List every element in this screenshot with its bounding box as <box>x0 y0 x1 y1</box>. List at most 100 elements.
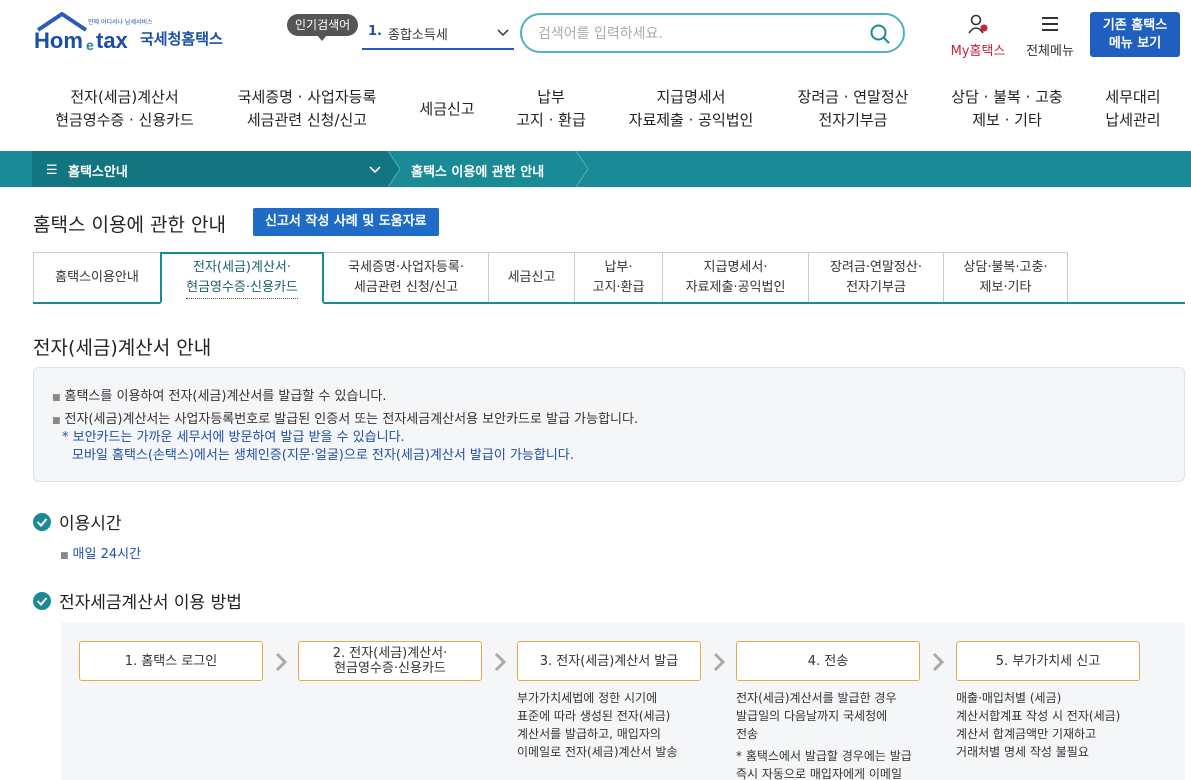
gnb-label: 지급명세서 <box>656 88 726 106</box>
usage-method-heading: 전자세금계산서 이용 방법 <box>33 588 242 613</box>
usage-hours-value: 매일 24시간 <box>72 547 142 562</box>
legacy-menu-label-2: 메뉴 보기 <box>1108 36 1162 51</box>
info-text: 홈택스를 이용하여 전자(세금)계산서를 발급할 수 있습니다. <box>64 389 387 404</box>
brand-name: 국세청홈택스 <box>140 30 223 48</box>
breadcrumb-separator-icon <box>388 151 401 187</box>
gnb-tax-report[interactable]: 세금신고 <box>412 98 482 121</box>
gnb-e-invoice[interactable]: 전자(세금)계산서현금영수증 · 신용카드 <box>52 86 197 132</box>
help-materials-button[interactable]: 신고서 작성 사례 및 도움자료 <box>253 208 439 236</box>
info-box: ■ 홈택스를 이용하여 전자(세금)계산서를 발급할 수 있습니다. ■ 전자(세금… <box>33 367 1185 482</box>
gnb-label: 제보 · 기타 <box>972 111 1042 129</box>
step-vat-report: 5. 부가가치세 신고 <box>956 641 1140 681</box>
gnb-label: 납세관리 <box>1105 111 1161 129</box>
info-line: ■ 전자(세금)계산서는 사업자등록번호로 발급된 인증서 또는 전자세금계산서용… <box>52 408 638 427</box>
gnb-incentive[interactable]: 장려금 · 연말정산전자기부금 <box>793 86 913 132</box>
legacy-menu-button[interactable]: 기존 홈택스 메뉴 보기 <box>1090 12 1180 57</box>
tab-e-invoice[interactable]: 전자(세금)계산서· 현금영수증·신용카드 <box>160 252 324 304</box>
info-note: * 보안카드는 가까운 세무서에 방문하여 발급 받을 수 있습니다. <box>62 430 405 445</box>
step-issue-desc: 부가가치세법에 정한 시기에 표준에 따라 생성된 전자(세금) 계산서를 발급… <box>517 689 727 761</box>
gnb-label: 상담 · 불복 · 고충 <box>951 88 1063 106</box>
chevron-right-icon <box>275 652 288 672</box>
step-transmit: 4. 전송 <box>736 641 920 681</box>
category-tabs: 홈택스이용안내 전자(세금)계산서· 현금영수증·신용카드 국세증명·사업자등록·… <box>33 252 1185 304</box>
gnb-label: 납부 <box>537 88 565 106</box>
desc-line: 발급일의 다음날까지 국세청에 <box>736 709 888 723</box>
tab-label: 세금관련 신청/신고 <box>353 279 459 295</box>
search-input[interactable] <box>538 24 858 44</box>
all-menu-button[interactable]: 전체메뉴 <box>1020 14 1080 59</box>
gnb-label: 전자기부금 <box>818 111 888 129</box>
usage-method-title: 전자세금계산서 이용 방법 <box>59 593 242 613</box>
desc-line: 계산서합계표 작성 시 전자(세금) <box>956 709 1121 723</box>
usage-hours: ■ 매일 24시간 <box>60 543 141 562</box>
gnb-certificate[interactable]: 국세증명 · 사업자등록 세금관련 신청/신고 <box>232 86 382 132</box>
tab-label: 장려금·연말정산· <box>830 259 922 275</box>
tab-withholding[interactable]: 지급명세서· 자료제출·공익법인 <box>662 252 809 302</box>
gnb-label: 고지 · 환급 <box>516 111 586 129</box>
tab-label: 고지·환급 <box>592 279 645 295</box>
chevron-right-icon <box>932 652 945 672</box>
tab-label: 국세증명·사업자등록· <box>348 259 464 275</box>
popular-search-select[interactable]: 1. 종합소득세 <box>362 17 514 50</box>
desc-line: 전송 <box>736 727 759 741</box>
chevron-right-icon <box>713 652 726 672</box>
breadcrumb-level1-label[interactable]: 홈택스안내 <box>68 161 128 180</box>
step-label: 2. 전자(세금)계산서· <box>332 646 448 661</box>
tab-label: 세금신고 <box>507 269 556 285</box>
tab-label: 상담·불복·고충· <box>963 259 1048 275</box>
tab-consult[interactable]: 상담·불복·고충· 제보·기타 <box>943 252 1068 302</box>
gnb-payment[interactable]: 납부고지 · 환급 <box>510 86 592 132</box>
info-line: ■ 홈택스를 이용하여 전자(세금)계산서를 발급할 수 있습니다. <box>52 385 387 404</box>
popular-search-badge: 인기검색어 <box>287 14 359 41</box>
tab-incentive[interactable]: 장려금·연말정산· 전자기부금 <box>808 252 944 302</box>
step-e-invoice: 2. 전자(세금)계산서· 현금영수증·신용카드 <box>298 641 482 681</box>
step-login: 1. 홈택스 로그인 <box>79 641 263 681</box>
desc-line: 계산서 합계금액만 기재하고 <box>956 727 1097 741</box>
gnb-consult[interactable]: 상담 · 불복 · 고충제보 · 기타 <box>947 86 1067 132</box>
gnb-label: 자료제출 · 공익법인 <box>628 111 754 129</box>
tab-certificate[interactable]: 국세증명·사업자등록· 세금관련 신청/신고 <box>323 252 489 302</box>
breadcrumb-level2-label[interactable]: 홈택스 이용에 관한 안내 <box>411 161 544 180</box>
hometax-logo[interactable]: Hom e tax 언제 어디서나 납세서비스 국세청홈택스 <box>34 12 234 52</box>
tab-tax-report[interactable]: 세금신고 <box>488 252 575 302</box>
step-transmit-desc: 전자(세금)계산서를 발급한 경우 발급일의 다음날까지 국세청에 전송 * 홈… <box>736 689 946 780</box>
gnb-agent[interactable]: 세무대리납세관리 <box>1100 86 1166 132</box>
page-title: 홈택스 이용에 관한 안내 <box>33 214 226 236</box>
desc-line: 즉시 자동으로 매입자에게 이메일 <box>736 767 903 780</box>
desc-line: 전자(세금)계산서를 발급한 경우 <box>736 691 897 705</box>
gnb-label: 장려금 · 연말정산 <box>797 88 909 106</box>
breadcrumb-separator-icon <box>576 151 589 187</box>
step-label: 4. 전송 <box>807 653 849 669</box>
tab-label: 전자기부금 <box>846 279 906 295</box>
gnb-label: 전자(세금)계산서 <box>70 88 179 106</box>
desc-line: 부가가치세법에 정한 시기에 <box>517 691 658 705</box>
gnb-label: 세무대리 <box>1105 88 1161 106</box>
tab-label: 납부· <box>604 259 633 275</box>
popular-term: 종합소득세 <box>388 28 448 43</box>
desc-line: 거래처별 명세 작성 불필요 <box>956 745 1089 759</box>
hamburger-icon <box>1042 17 1058 31</box>
step-label: 5. 부가가치세 신고 <box>995 653 1101 669</box>
legacy-menu-label-1: 기존 홈택스 <box>1102 18 1168 33</box>
section-title: 전자(세금)계산서 안내 <box>33 337 212 359</box>
my-hometax-link[interactable]: My홈택스 <box>946 14 1010 59</box>
desc-line: 이메일로 전자(세금)계산서 발송 <box>517 745 678 759</box>
desc-line: 계산서를 발급하고, 매입자의 <box>517 727 661 741</box>
gnb-label: 세금관련 신청/신고 <box>246 111 368 129</box>
desc-line: 표준에 따라 생성된 전자(세금) <box>517 709 671 723</box>
desc-line: * 홈택스에서 발급할 경우에는 발급 <box>736 749 912 763</box>
chevron-down-icon[interactable] <box>368 162 382 176</box>
breadcrumb: ☰ 홈택스안내 홈택스 이용에 관한 안내 <box>0 151 1191 187</box>
tab-payment[interactable]: 납부· 고지·환급 <box>574 252 663 302</box>
tab-label: 자료제출·공익법인 <box>685 279 786 295</box>
info-note: 모바일 홈택스(손택스)에서는 생체인증(지문·얼굴)으로 전자(세금)계산서 … <box>72 448 574 463</box>
tab-hometax-guide[interactable]: 홈택스이용안내 <box>33 252 161 302</box>
gnb-withholding[interactable]: 지급명세서자료제출 · 공익법인 <box>622 86 760 132</box>
tab-label: 전자(세금)계산서· <box>193 259 291 275</box>
search-icon[interactable] <box>869 23 891 45</box>
global-nav: 전자(세금)계산서현금영수증 · 신용카드 국세증명 · 사업자등록 세금관련 신… <box>0 86 1191 136</box>
check-circle-icon <box>33 512 51 531</box>
gnb-label: 현금영수증 · 신용카드 <box>55 111 194 129</box>
tab-label: 홈택스이용안내 <box>55 269 139 285</box>
tab-label: 제보·기타 <box>979 279 1032 295</box>
